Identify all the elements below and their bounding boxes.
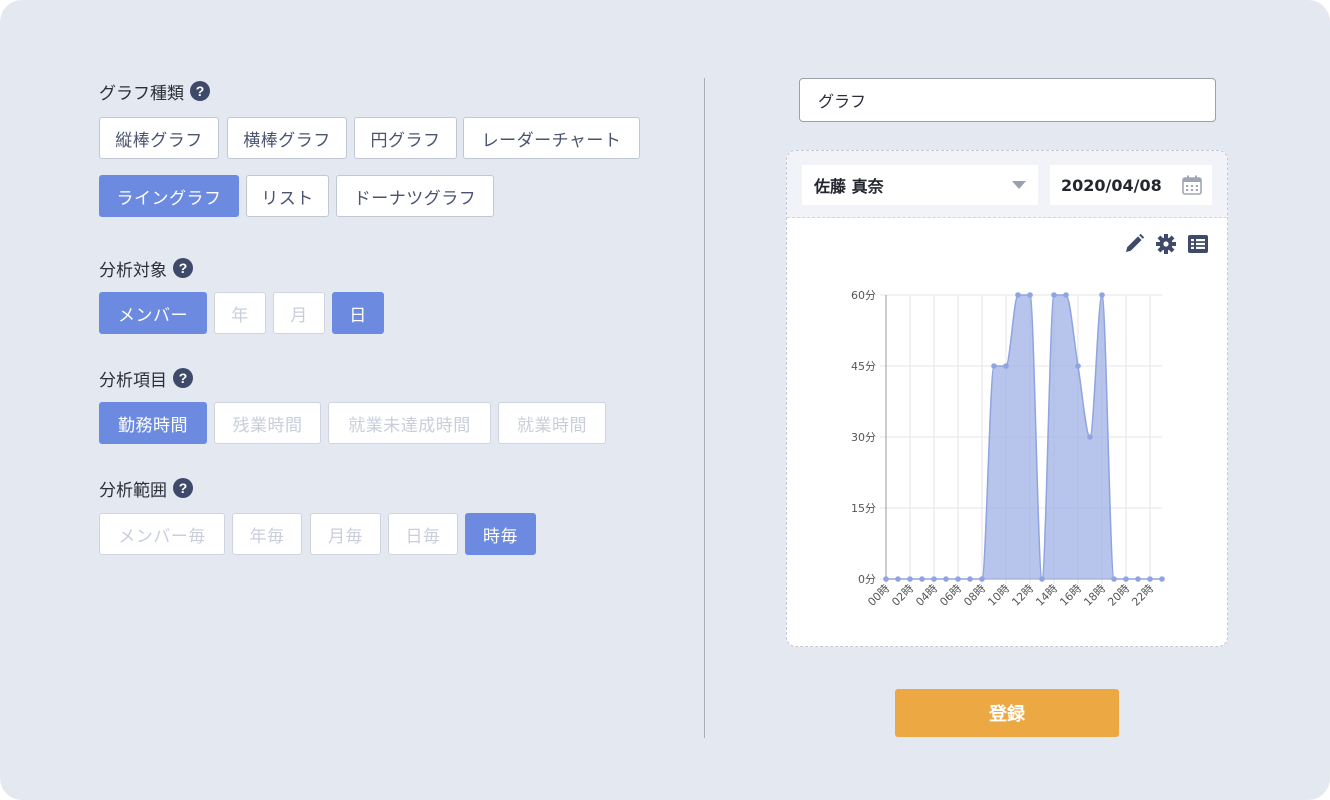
data-point [943, 576, 949, 582]
target-day-button[interactable]: 日 [332, 292, 384, 334]
y-tick-label: 15分 [851, 502, 876, 515]
graph-type-donut-button[interactable]: ドーナツグラフ [336, 175, 494, 217]
data-point [1039, 576, 1045, 582]
data-point [1003, 363, 1009, 369]
data-point [1087, 434, 1093, 440]
help-icon[interactable]: ? [173, 368, 193, 388]
data-point [979, 576, 985, 582]
chart-preview-card: 佐藤 真奈 2020/04/08 0分 15分 30分 45分 60分 00時 … [786, 150, 1228, 647]
target-title: 分析対象 ? [99, 256, 193, 281]
x-tick-label: 02時 [889, 582, 916, 609]
range-per-day-button[interactable]: 日毎 [388, 513, 458, 555]
x-tick-label: 22時 [1129, 582, 1156, 609]
data-point [1147, 576, 1153, 582]
graph-type-label: グラフ種類 [99, 83, 184, 104]
item-overtime-button[interactable]: 残業時間 [214, 402, 321, 444]
data-point [1159, 576, 1165, 582]
graph-title-value: グラフ [818, 92, 867, 111]
range-per-year-button[interactable]: 年毎 [232, 513, 302, 555]
x-tick-label: 04時 [913, 582, 940, 609]
data-point [1123, 576, 1129, 582]
item-unachieved-time-button[interactable]: 就業未達成時間 [328, 402, 491, 444]
help-icon[interactable]: ? [173, 258, 193, 278]
data-point [991, 363, 997, 369]
data-point [1111, 576, 1117, 582]
data-point [955, 576, 961, 582]
target-member-button[interactable]: メンバー [99, 292, 207, 334]
graph-type-pie-button[interactable]: 円グラフ [354, 117, 457, 159]
item-working-hours-button[interactable]: 就業時間 [498, 402, 606, 444]
range-title: 分析範囲 ? [99, 476, 193, 501]
y-tick-label: 0分 [858, 573, 876, 586]
item-label: 分析項目 [99, 370, 167, 391]
data-point [907, 576, 913, 582]
x-tick-label: 14時 [1033, 582, 1060, 609]
x-tick-label: 20時 [1105, 582, 1132, 609]
x-tick-label: 12時 [1009, 582, 1036, 609]
item-work-time-button[interactable]: 勤務時間 [99, 402, 207, 444]
range-per-month-button[interactable]: 月毎 [310, 513, 381, 555]
y-tick-label: 60分 [851, 289, 876, 302]
y-tick-label: 45分 [851, 360, 876, 373]
data-point [1135, 576, 1141, 582]
data-point [931, 576, 937, 582]
help-icon[interactable]: ? [190, 81, 210, 101]
graph-title-input[interactable]: グラフ [799, 78, 1216, 122]
graph-type-radar-button[interactable]: レーダーチャート [463, 117, 640, 159]
graph-type-line-button[interactable]: ライングラフ [99, 175, 239, 217]
data-point [895, 576, 901, 582]
submit-button[interactable]: 登録 [895, 689, 1119, 737]
range-per-hour-button[interactable]: 時毎 [465, 513, 536, 555]
line-chart: 0分15分30分45分60分00時02時04時06時08時10時12時14時16… [851, 289, 1165, 609]
range-per-member-button[interactable]: メンバー毎 [99, 513, 225, 555]
data-point [919, 576, 925, 582]
target-label: 分析対象 [99, 260, 167, 281]
y-tick-label: 30分 [851, 431, 876, 444]
item-title: 分析項目 ? [99, 366, 193, 391]
graph-type-title: グラフ種類 ? [99, 79, 210, 104]
data-point [1015, 292, 1021, 298]
x-tick-label: 06時 [937, 582, 964, 609]
x-tick-label: 08時 [961, 582, 988, 609]
x-tick-label: 10時 [985, 582, 1012, 609]
x-tick-label: 18時 [1081, 582, 1108, 609]
graph-type-vertical-bar-button[interactable]: 縦棒グラフ [99, 117, 219, 159]
data-point [967, 576, 973, 582]
data-point [1075, 363, 1081, 369]
target-year-button[interactable]: 年 [214, 292, 266, 334]
vertical-divider [704, 78, 705, 738]
data-point [1051, 292, 1057, 298]
graph-type-list-button[interactable]: リスト [246, 175, 329, 217]
data-point [1027, 292, 1033, 298]
data-point [1063, 292, 1069, 298]
range-label: 分析範囲 [99, 480, 167, 501]
data-point [883, 576, 889, 582]
app-page: グラフ種類 ? 縦棒グラフ 横棒グラフ 円グラフ レーダーチャート ライングラフ… [0, 0, 1330, 800]
help-icon[interactable]: ? [173, 478, 193, 498]
data-point [1099, 292, 1105, 298]
x-tick-label: 16時 [1057, 582, 1084, 609]
target-month-button[interactable]: 月 [273, 292, 325, 334]
graph-type-horizontal-bar-button[interactable]: 横棒グラフ [227, 117, 347, 159]
